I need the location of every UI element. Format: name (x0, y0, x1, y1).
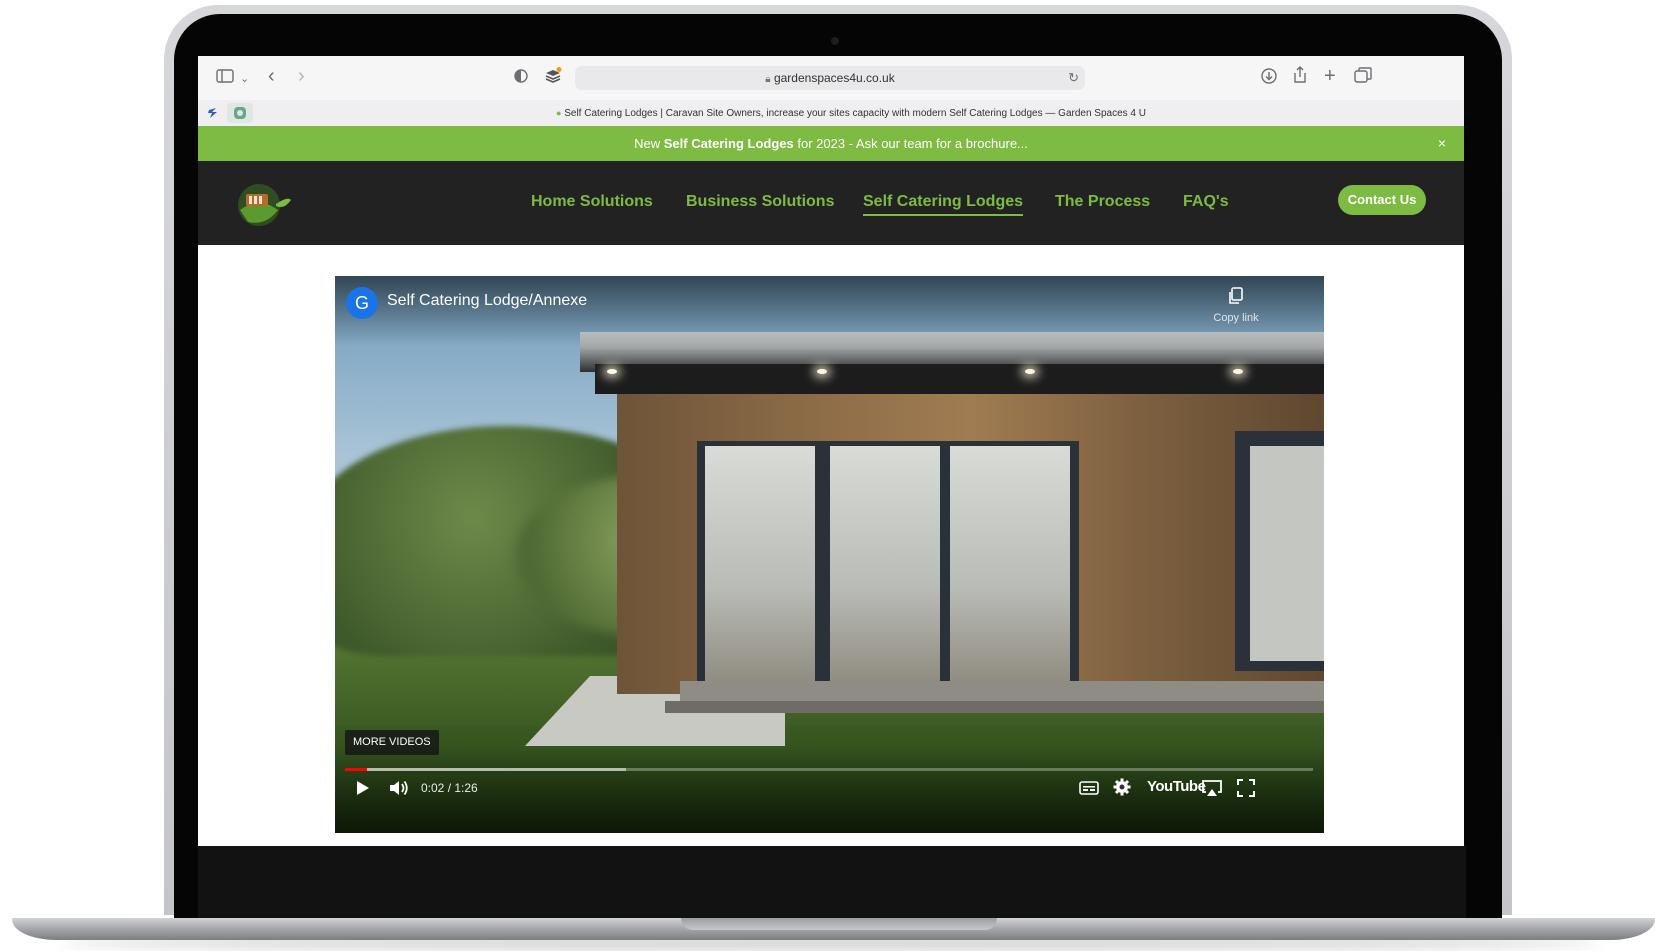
forward-icon[interactable]: › (298, 66, 305, 86)
copy-link-label[interactable]: Copy link (1206, 312, 1266, 324)
video-light (1233, 369, 1243, 374)
video-top-gradient (335, 276, 1324, 346)
privacy-shield-icon[interactable] (514, 68, 528, 89)
copy-icon[interactable] (1223, 286, 1249, 312)
volume-icon[interactable] (388, 779, 410, 801)
lock-icon: 🔒︎ (765, 74, 771, 85)
more-videos-button[interactable]: MORE VIDEOS (345, 730, 439, 755)
video-lodge-soffit (595, 364, 1324, 394)
video-door-pane (705, 446, 815, 684)
video-lodge-step-lower (665, 701, 1324, 713)
video-door-pane (830, 446, 940, 684)
reload-icon[interactable]: ↻ (1068, 68, 1079, 88)
nav-the-process[interactable]: The Process (1055, 193, 1150, 211)
favicon-icon: ● (556, 108, 562, 118)
captions-icon[interactable] (1079, 780, 1099, 800)
announcement-banner: New Self Catering Lodges for 2023 - Ask … (198, 126, 1464, 161)
banner-text[interactable]: New Self Catering Lodges for 2023 - Ask … (198, 126, 1464, 161)
logo[interactable] (236, 182, 292, 228)
banner-prefix: New (634, 136, 664, 151)
share-icon[interactable] (1292, 66, 1308, 89)
banner-highlight: Self Catering Lodges (663, 136, 794, 151)
laptop-chin (198, 845, 1466, 925)
video-light (607, 369, 617, 374)
site-header: Home Solutions Business Solutions Self C… (198, 161, 1464, 245)
video-light (1025, 369, 1035, 374)
video-lodge-window-glass (1250, 446, 1324, 661)
sidebar-icon[interactable] (216, 68, 234, 88)
play-icon[interactable] (355, 779, 371, 801)
laptop-camera (831, 37, 839, 45)
url-text[interactable]: 🔒︎ gardenspaces4u.co.uk (575, 66, 1085, 90)
back-icon[interactable]: ‹ (268, 66, 275, 86)
close-icon[interactable]: × (1438, 126, 1446, 161)
pinned-tab-2[interactable] (227, 103, 253, 123)
video-lodge-step (680, 681, 1324, 701)
pinned-tab-1[interactable] (203, 103, 223, 123)
browser-toolbar: ⌄ ‹ › 🔒︎ gardenspaces4u.co.uk ↻ + (198, 56, 1464, 100)
nav-home-solutions[interactable]: Home Solutions (531, 193, 653, 211)
extension-icon[interactable] (544, 67, 562, 90)
url-label: gardenspaces4u.co.uk (773, 71, 895, 85)
tab-title: Self Catering Lodges | Caravan Site Owne… (564, 108, 1146, 119)
contact-us-button[interactable]: Contact Us (1338, 185, 1426, 215)
laptop-notch (681, 918, 997, 930)
tab-overview-icon[interactable] (1354, 67, 1372, 88)
banner-suffix: for 2023 - Ask our team for a brochure..… (793, 136, 1028, 151)
airplay-icon[interactable] (1201, 779, 1223, 801)
channel-avatar[interactable]: G (346, 287, 378, 319)
nav-faqs[interactable]: FAQ's (1183, 193, 1229, 211)
settings-icon[interactable] (1113, 778, 1131, 800)
active-tab[interactable]: ● Self Catering Lodges | Caravan Site Ow… (556, 100, 1256, 126)
video-door-pane (950, 446, 1070, 684)
nav-business-solutions[interactable]: Business Solutions (686, 193, 834, 211)
youtube-logo[interactable]: YouTube (1147, 778, 1206, 795)
video-light (817, 369, 827, 374)
video-title[interactable]: Self Catering Lodge/Annexe (387, 292, 587, 310)
progress-played (345, 768, 367, 771)
time-display: 0:02 / 1:26 (421, 781, 478, 795)
video-player[interactable]: G Self Catering Lodge/Annexe Copy link M… (335, 276, 1324, 833)
chevron-down-icon[interactable]: ⌄ (240, 69, 249, 89)
nav-self-catering-lodges[interactable]: Self Catering Lodges (863, 193, 1024, 216)
download-icon[interactable] (1260, 67, 1278, 90)
fullscreen-icon[interactable] (1237, 779, 1255, 801)
address-bar[interactable]: 🔒︎ gardenspaces4u.co.uk ↻ (575, 66, 1085, 90)
progress-buffered (345, 768, 626, 771)
laptop-screen: ⌄ ‹ › 🔒︎ gardenspaces4u.co.uk ↻ + ● Self… (198, 56, 1464, 846)
new-tab-icon[interactable]: + (1324, 66, 1336, 86)
